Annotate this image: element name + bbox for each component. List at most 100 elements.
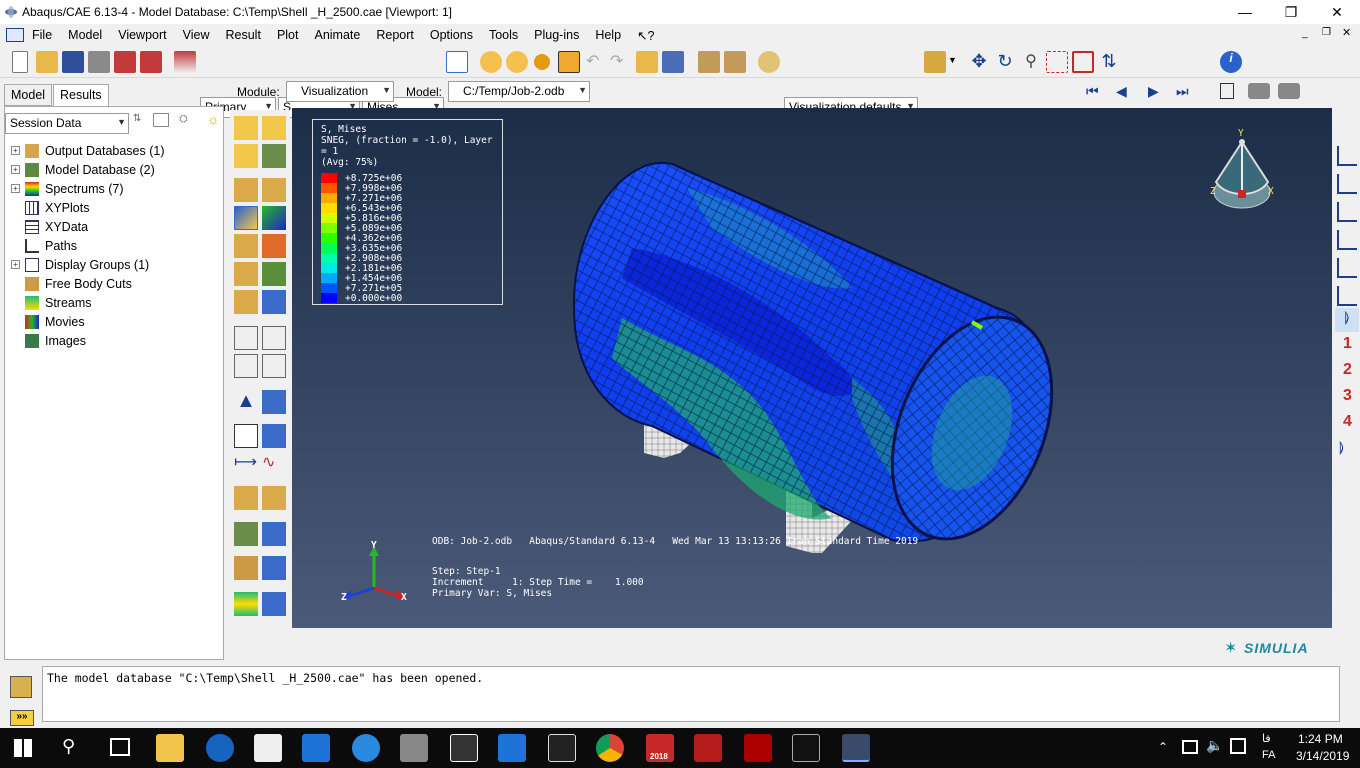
collapse-icon[interactable] xyxy=(153,113,169,127)
sort-icon[interactable]: ⇅ xyxy=(133,113,141,124)
doc-icon[interactable] xyxy=(6,28,24,42)
table-icon[interactable] xyxy=(662,51,684,73)
message-area-icon[interactable] xyxy=(10,676,32,698)
redo-icon[interactable]: ↷ xyxy=(610,51,632,73)
command-prompt-icon[interactable] xyxy=(792,734,820,762)
camera-icon[interactable] xyxy=(1248,83,1270,99)
view-triad-icon[interactable]: ⟭ xyxy=(1339,438,1344,455)
pan-icon[interactable]: ✥ xyxy=(968,51,990,73)
menu-model[interactable]: Model xyxy=(60,28,110,42)
menu-animate[interactable]: Animate xyxy=(306,28,368,42)
calculator-icon[interactable] xyxy=(302,734,330,762)
view-cut-icon[interactable]: ▲ xyxy=(234,390,258,414)
edge-icon[interactable] xyxy=(206,734,234,762)
context-help-icon[interactable]: ↖? xyxy=(629,28,662,43)
chrome-icon[interactable] xyxy=(596,734,624,762)
menu-view[interactable]: View xyxy=(175,28,218,42)
user-view-1[interactable]: 1 xyxy=(1343,335,1352,353)
task-view-icon[interactable] xyxy=(110,738,130,756)
mdi-restore-button[interactable]: ❐ xyxy=(1322,27,1331,38)
menu-result[interactable]: Result xyxy=(218,28,269,42)
stream-manager-icon[interactable] xyxy=(262,486,286,510)
tree-item-xydata[interactable]: XYData xyxy=(11,217,88,236)
step-frame-icon[interactable] xyxy=(174,51,196,73)
lightbulb-icon[interactable]: ☼ xyxy=(207,111,220,127)
next-frame-icon[interactable]: ▶ xyxy=(1148,83,1159,100)
user-view-3[interactable]: 3 xyxy=(1343,387,1352,405)
menu-options[interactable]: Options xyxy=(422,28,481,42)
animation-options-icon[interactable] xyxy=(262,354,286,378)
message-area[interactable]: The model database "C:\Temp\Shell _H_250… xyxy=(42,666,1340,722)
tree-item-images[interactable]: Images xyxy=(11,331,86,350)
expand-icon[interactable]: + xyxy=(11,146,20,155)
query-icon[interactable] xyxy=(558,51,580,73)
free-body-manager-icon[interactable] xyxy=(262,556,286,580)
copy-icon[interactable] xyxy=(1220,83,1234,99)
plot-undeformed-icon[interactable] xyxy=(234,178,258,202)
view-xy-back-icon[interactable] xyxy=(1337,174,1357,194)
tree-item-paths[interactable]: Paths xyxy=(11,236,77,255)
abaqus-taskbar-icon[interactable] xyxy=(842,734,870,762)
palette-icon[interactable] xyxy=(758,51,780,73)
undeformed-icon[interactable] xyxy=(480,51,502,73)
plot-symbols-icon[interactable] xyxy=(234,234,258,258)
rotate-icon[interactable]: ↻ xyxy=(994,51,1016,73)
xy-data-manager-icon[interactable] xyxy=(262,424,286,448)
cycle-views-icon[interactable]: ⇅ xyxy=(1098,51,1120,73)
info-icon[interactable]: i xyxy=(1220,51,1242,73)
tree-item-movies[interactable]: Movies xyxy=(11,312,85,331)
language-indicator[interactable]: FA xyxy=(1262,749,1275,761)
command-line-icon[interactable]: »» xyxy=(10,710,34,726)
tree-item-display-groups[interactable]: + Display Groups (1) xyxy=(11,255,149,274)
field-output-icon[interactable] xyxy=(636,51,658,73)
tray-chevron-icon[interactable]: ⌃ xyxy=(1158,740,1168,754)
tree-item-streams[interactable]: Streams xyxy=(11,293,92,312)
path-manager-icon[interactable]: ∿ xyxy=(262,452,286,476)
view-cut-manager-icon[interactable] xyxy=(262,390,286,414)
mdi-minimize-button[interactable]: _ xyxy=(1302,28,1308,39)
probe-values-icon[interactable] xyxy=(234,116,258,140)
ladder-icon[interactable] xyxy=(724,51,746,73)
menu-plot[interactable]: Plot xyxy=(269,28,307,42)
auto-fit-icon[interactable] xyxy=(1072,51,1094,73)
stream-icon[interactable] xyxy=(234,486,258,510)
model-render[interactable] xyxy=(292,108,1332,628)
contour-icon[interactable] xyxy=(534,54,550,70)
sync-icon[interactable] xyxy=(446,51,468,73)
model-select[interactable]: C:/Temp/Job-2.odb ▼ xyxy=(448,81,590,102)
last-frame-icon[interactable]: ⏭ xyxy=(1176,83,1189,100)
animate-scale-icon[interactable] xyxy=(234,326,258,350)
symbol-options-icon[interactable] xyxy=(262,234,286,258)
zoom-box-icon[interactable] xyxy=(1046,51,1068,73)
plot-contours-icon[interactable] xyxy=(234,206,258,230)
expand-icon[interactable]: + xyxy=(11,184,20,193)
allow-multiple-plots-icon[interactable] xyxy=(234,290,258,314)
tree-item-free-body-cuts[interactable]: Free Body Cuts xyxy=(11,274,132,293)
file-explorer-icon[interactable] xyxy=(156,734,184,762)
internet-explorer-icon[interactable] xyxy=(352,734,380,762)
contour-options-icon[interactable] xyxy=(262,206,286,230)
volume-icon[interactable]: 🔈 xyxy=(1206,737,1223,754)
view-manipulator[interactable] xyxy=(1206,128,1276,214)
menu-tools[interactable]: Tools xyxy=(481,28,526,42)
menu-plugins[interactable]: Plug-ins xyxy=(526,28,587,42)
previous-frame-icon[interactable]: ◀ xyxy=(1116,83,1127,100)
autocad-icon[interactable] xyxy=(694,734,722,762)
viewport[interactable]: S, Mises SNEG, (fraction = -1.0), Layer … xyxy=(292,108,1332,628)
options-stack-icon[interactable] xyxy=(262,144,286,168)
create-path-icon[interactable]: ⟼ xyxy=(234,452,258,476)
clock-time[interactable]: 1:24 PM xyxy=(1298,732,1343,746)
view-yz-right-icon[interactable] xyxy=(1337,230,1357,250)
open-folder-icon[interactable] xyxy=(36,51,58,73)
plot-material-orientations-icon[interactable] xyxy=(234,262,258,286)
tree-item-output-databases[interactable]: + Output Databases (1) xyxy=(11,141,165,160)
acrobat-icon[interactable] xyxy=(744,734,772,762)
filter-icon[interactable]: ⛭ xyxy=(179,113,195,127)
deformed-icon[interactable] xyxy=(506,51,528,73)
stream-list-icon[interactable] xyxy=(262,592,286,616)
movies-icon[interactable] xyxy=(450,734,478,762)
view-xy-front-icon[interactable] xyxy=(1337,146,1357,166)
network-icon[interactable] xyxy=(1182,740,1198,754)
camera-settings-icon[interactable] xyxy=(1278,83,1300,99)
expand-icon[interactable]: + xyxy=(11,260,20,269)
